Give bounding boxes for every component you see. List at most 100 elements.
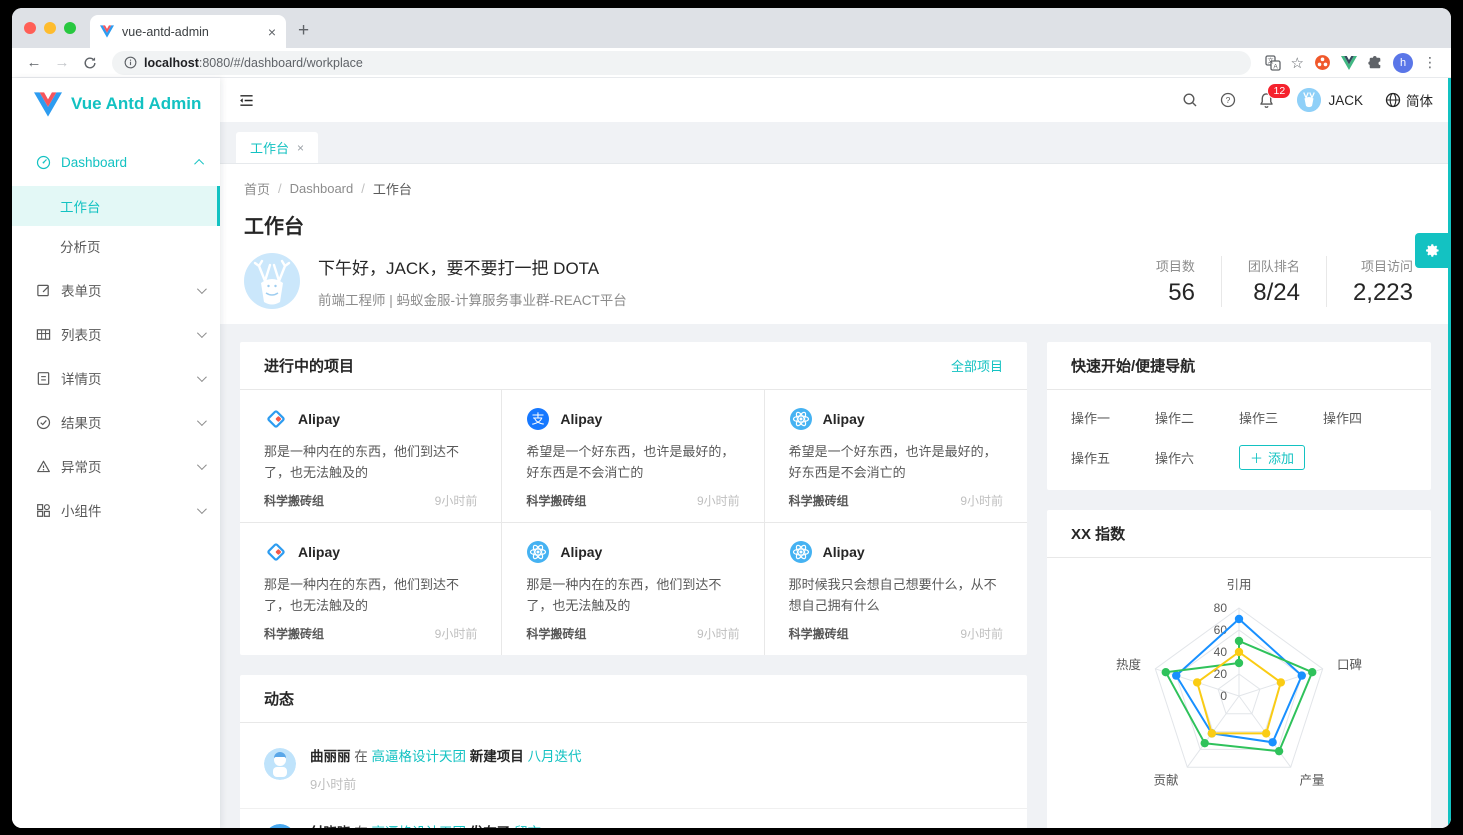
activity-text: 付晓晓 在 高逼格设计天团 发布了 留言 (310, 824, 541, 828)
activity-user[interactable]: 曲丽丽 (310, 749, 351, 764)
close-tab-icon[interactable]: × (268, 25, 276, 39)
sidebar-subitem-label: 工作台 (60, 196, 101, 216)
activity-team-link[interactable]: 高逼格设计天团 (372, 749, 467, 764)
add-operation-button[interactable]: ＋ 添加 (1239, 445, 1305, 470)
form-icon (36, 283, 51, 298)
radar-axis-label: 热度 (1116, 657, 1142, 672)
menu-fold-button[interactable] (238, 93, 255, 108)
breadcrumb: 首页 / Dashboard / 工作台 (244, 179, 1427, 198)
project-card[interactable]: Alipay 希望是一个好东西，也许是最好的，好东西是不会消亡的 科学搬砖组 9… (765, 390, 1027, 523)
settings-gear-button[interactable] (1415, 233, 1448, 268)
browser-tabstrip: vue-antd-admin × + (12, 8, 1451, 48)
sidebar-item-exceptions[interactable]: 异常页 (12, 446, 220, 486)
address-bar[interactable]: localhost:8080/#/dashboard/workplace (112, 51, 1251, 75)
quick-link-5[interactable]: 操作五 (1071, 448, 1155, 467)
browser-tab[interactable]: vue-antd-admin × (90, 15, 286, 48)
sidebar-item-details[interactable]: 详情页 (12, 358, 220, 398)
project-desc: 希望是一个好东西，也许是最好的，好东西是不会消亡的 (526, 441, 739, 484)
breadcrumb-dashboard[interactable]: Dashboard (290, 181, 354, 196)
react-icon (789, 407, 813, 431)
project-desc: 那是一种内在的东西，他们到达不了，也无法触及的 (264, 441, 477, 484)
chevron-down-icon (197, 504, 207, 514)
extensions-puzzle-icon[interactable] (1367, 55, 1383, 71)
sidebar-subitem-analysis[interactable]: 分析页 (12, 226, 220, 266)
stat-value: 8/24 (1248, 279, 1300, 307)
activity-user[interactable]: 付晓晓 (310, 825, 351, 828)
new-tab-button[interactable]: + (298, 20, 309, 42)
quick-link-4[interactable]: 操作四 (1323, 408, 1407, 427)
project-card[interactable]: Alipay 那是一种内在的东西，他们到达不了，也无法触及的 科学搬砖组 9小时… (502, 523, 764, 655)
activity-prep: 在 (354, 749, 368, 764)
sidebar-item-widgets[interactable]: 小组件 (12, 490, 220, 530)
tab-label: 工作台 (250, 138, 289, 157)
header-search-button[interactable] (1182, 92, 1198, 108)
project-card[interactable]: Alipay 那时候我只会想自己想要什么，从不想自己拥有什么 科学搬砖组 9小时… (765, 523, 1027, 655)
react-icon (789, 540, 813, 564)
browser-toolbar: ← → localhost:8080/#/dashboard/workplace… (12, 48, 1451, 78)
vue-devtools-icon[interactable] (1341, 56, 1357, 70)
radar-axis-label: 引用 (1226, 578, 1251, 592)
project-card[interactable]: Alipay 那是一种内在的东西，他们到达不了，也无法触及的 科学搬砖组 9小时… (240, 523, 502, 655)
activity-team-link[interactable]: 高逼格设计天团 (372, 825, 467, 828)
app-header: ? 12 (220, 78, 1451, 122)
project-group-link[interactable]: 科学搬砖组 (526, 625, 586, 642)
browser-menu-icon[interactable]: ⋮ (1423, 54, 1437, 71)
project-group-link[interactable]: 科学搬砖组 (264, 492, 324, 509)
header-user-menu[interactable]: JACK (1297, 88, 1363, 112)
gear-icon (1422, 241, 1441, 260)
project-group-link[interactable]: 科学搬砖组 (789, 625, 849, 642)
site-info-icon[interactable] (124, 56, 137, 69)
sidebar-item-lists[interactable]: 列表页 (12, 314, 220, 354)
forward-button[interactable]: → (50, 51, 74, 75)
quick-link-2[interactable]: 操作二 (1155, 408, 1239, 427)
back-button[interactable]: ← (22, 51, 46, 75)
close-window-button[interactable] (24, 22, 36, 34)
project-card[interactable]: 支 Alipay 希望是一个好东西，也许是最好的，好东西是不会消亡的 科学搬砖组… (502, 390, 764, 523)
header-notifications-button[interactable]: 12 (1258, 92, 1275, 109)
breadcrumb-separator: / (361, 181, 365, 196)
tab-workplace[interactable]: 工作台 × (236, 132, 318, 163)
zoom-window-button[interactable] (64, 22, 76, 34)
sidebar-item-results[interactable]: 结果页 (12, 402, 220, 442)
stat-label: 项目访问 (1353, 256, 1413, 275)
translate-icon[interactable]: 文 A (1265, 55, 1281, 71)
project-card[interactable]: Alipay 那是一种内在的东西，他们到达不了，也无法触及的 科学搬砖组 9小时… (240, 390, 502, 523)
radar-axis-label: 产量 (1300, 773, 1325, 787)
avatar (244, 253, 300, 309)
minimize-window-button[interactable] (44, 22, 56, 34)
project-time: 9小时前 (435, 492, 478, 509)
browser-profile-avatar[interactable]: h (1393, 53, 1413, 73)
quick-link-6[interactable]: 操作六 (1155, 448, 1239, 467)
project-group-link[interactable]: 科学搬砖组 (264, 625, 324, 642)
user-avatar (1297, 88, 1321, 112)
app-logo-text: Vue Antd Admin (71, 94, 201, 114)
quick-nav-grid: 操作一 操作二 操作三 操作四 操作五 操作六 ＋ 添加 (1047, 390, 1431, 490)
project-name: Alipay (823, 411, 865, 427)
window-controls (12, 8, 90, 48)
app-logo[interactable]: Vue Antd Admin (12, 78, 220, 130)
language-switcher[interactable]: 简体 (1385, 90, 1433, 110)
page-scroll-area[interactable]: 首页 / Dashboard / 工作台 工作台 (220, 164, 1451, 828)
project-time: 9小时前 (697, 625, 740, 642)
sidebar-item-label: 结果页 (61, 412, 187, 432)
breadcrumb-home[interactable]: 首页 (244, 179, 270, 198)
close-tab-icon[interactable]: × (297, 141, 304, 155)
check-circle-icon (36, 415, 51, 430)
quick-link-3[interactable]: 操作三 (1239, 408, 1323, 427)
reload-button[interactable] (78, 51, 102, 75)
header-help-button[interactable]: ? (1220, 92, 1236, 108)
extension-orange-icon[interactable] (1314, 54, 1331, 71)
sidebar-item-label: 详情页 (61, 368, 187, 388)
activity-target-link[interactable]: 留言 (514, 825, 541, 828)
activity-target-link[interactable]: 八月迭代 (528, 749, 582, 764)
project-group-link[interactable]: 科学搬砖组 (526, 492, 586, 509)
sidebar-subitem-workplace[interactable]: 工作台 (12, 186, 220, 226)
project-group-link[interactable]: 科学搬砖组 (789, 492, 849, 509)
all-projects-link[interactable]: 全部项目 (951, 356, 1003, 375)
alipay-icon: 支 (526, 407, 550, 431)
sidebar-item-label: 异常页 (61, 456, 187, 476)
bookmark-star-icon[interactable]: ☆ (1291, 54, 1304, 72)
sidebar-item-forms[interactable]: 表单页 (12, 270, 220, 310)
sidebar-item-dashboard[interactable]: Dashboard (12, 142, 220, 182)
quick-link-1[interactable]: 操作一 (1071, 408, 1155, 427)
